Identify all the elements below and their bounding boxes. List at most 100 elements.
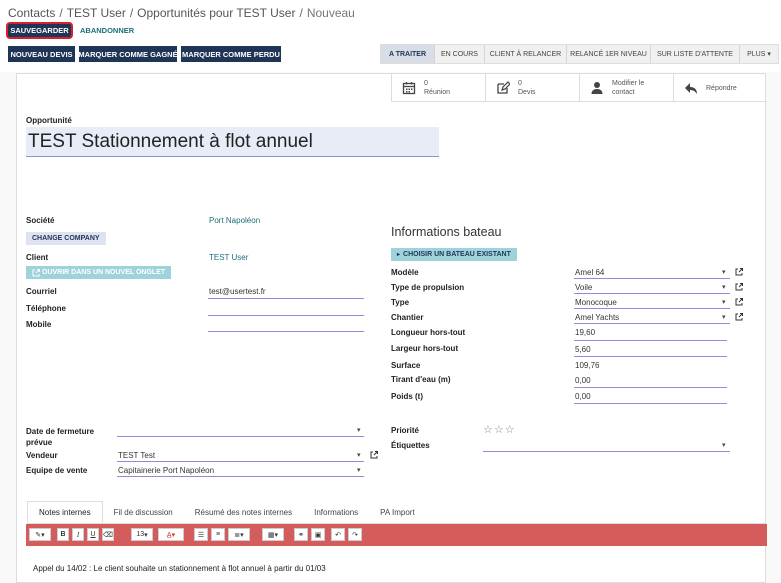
boat-section-title: Informations bateau bbox=[391, 225, 502, 239]
equipe-value[interactable]: Capitainerie Port Napoléon bbox=[118, 466, 214, 475]
opportunity-name-value: TEST Stationnement à flot annuel bbox=[28, 131, 313, 152]
meetings-button[interactable]: 0 Réunion bbox=[391, 74, 485, 102]
breadcrumb-contacts[interactable]: Contacts bbox=[8, 6, 55, 20]
longueur-input[interactable]: 19,60 bbox=[575, 328, 595, 337]
societe-label: Société bbox=[26, 216, 55, 225]
chantier-external-link-icon[interactable] bbox=[735, 313, 743, 321]
choose-boat-label: CHOISIR UN BATEAU EXISTANT bbox=[403, 251, 511, 258]
redo-icon[interactable]: ↷ bbox=[348, 528, 362, 541]
edit-contact-line1: Modifier le bbox=[612, 80, 645, 87]
modele-external-link-icon[interactable] bbox=[735, 268, 743, 276]
italic-button[interactable]: I bbox=[72, 528, 84, 541]
tab-fil-discussion[interactable]: Fil de discussion bbox=[103, 501, 184, 523]
stage-client-a-relancer[interactable]: CLIENT À RELANCER bbox=[485, 45, 567, 63]
stage-en-cours[interactable]: EN COURS bbox=[435, 45, 485, 63]
reply-button[interactable]: Répondre bbox=[673, 74, 767, 102]
tab-informations[interactable]: Informations bbox=[303, 501, 369, 523]
bullet-list-icon[interactable]: ☰ bbox=[194, 528, 208, 541]
meetings-count: 0 bbox=[424, 80, 428, 87]
type-dropdown-icon[interactable]: ▾ bbox=[722, 298, 726, 306]
type-value[interactable]: Monocoque bbox=[575, 298, 617, 307]
control-panel: Contacts / TEST User / Opportunités pour TES… bbox=[0, 0, 781, 72]
table-icon[interactable]: ▦▾ bbox=[262, 528, 284, 541]
societe-value[interactable]: Port Napoléon bbox=[209, 216, 260, 225]
choose-boat-button[interactable]: ▸ CHOISIR UN BATEAU EXISTANT bbox=[391, 248, 517, 261]
breadcrumb-current: Nouveau bbox=[306, 6, 355, 20]
link-icon[interactable]: ⚭ bbox=[294, 528, 308, 541]
equipe-label: Equipe de vente bbox=[26, 466, 88, 475]
stage-more-dropdown[interactable]: PLUS ▾ bbox=[740, 45, 778, 63]
edit-contact-line2: contact bbox=[612, 89, 635, 96]
stage-relance-1er-niveau[interactable]: RELANCÉ 1ER NIVEAU bbox=[567, 45, 651, 63]
opportunity-name-input[interactable]: TEST Stationnement à flot annuel bbox=[26, 127, 439, 157]
paragraph-align-icon[interactable]: ≣▾ bbox=[228, 528, 250, 541]
font-size-value: 13 bbox=[136, 531, 145, 538]
mark-won-button[interactable]: MARQUER COMME GAGNÉ bbox=[78, 46, 178, 62]
chantier-value[interactable]: Amel Yachts bbox=[575, 313, 619, 322]
vendeur-label: Vendeur bbox=[26, 451, 58, 460]
chantier-dropdown-icon[interactable]: ▾ bbox=[722, 313, 726, 321]
priority-stars[interactable]: ☆☆☆ bbox=[483, 423, 516, 436]
notebook-tabs: Notes internes Fil de discussion Résumé … bbox=[27, 501, 426, 523]
notes-editor-content[interactable]: Appel du 14/02 : Le client souhaite un s… bbox=[33, 564, 326, 573]
courriel-value[interactable]: test@usertest.fr bbox=[209, 287, 266, 296]
closing-date-label: Date de fermeture prévue bbox=[26, 427, 95, 447]
stage-a-traiter[interactable]: A TRAITER bbox=[381, 45, 435, 63]
equipe-dropdown-icon[interactable]: ▾ bbox=[357, 466, 361, 474]
etiquettes-dropdown-icon[interactable]: ▾ bbox=[722, 441, 726, 449]
reply-icon bbox=[685, 83, 697, 94]
type-external-link-icon[interactable] bbox=[735, 298, 743, 306]
external-link-icon bbox=[32, 268, 40, 276]
modele-value[interactable]: Amel 64 bbox=[575, 268, 604, 277]
tab-notes-internes[interactable]: Notes internes bbox=[27, 501, 103, 523]
font-color-button[interactable]: A̲▾ bbox=[158, 528, 184, 541]
propulsion-dropdown-icon[interactable]: ▾ bbox=[722, 283, 726, 291]
propulsion-external-link-icon[interactable] bbox=[735, 283, 743, 291]
edit-contact-button[interactable]: Modifier le contact bbox=[579, 74, 673, 102]
vendeur-value[interactable]: TEST Test bbox=[118, 451, 155, 460]
vendeur-dropdown-icon[interactable]: ▾ bbox=[357, 451, 361, 459]
tab-resume-notes[interactable]: Résumé des notes internes bbox=[184, 501, 303, 523]
discard-button[interactable]: ABANDONNER bbox=[80, 26, 134, 35]
star-icon[interactable]: ☆ bbox=[494, 424, 505, 436]
closing-date-dropdown-icon[interactable]: ▾ bbox=[357, 426, 361, 434]
font-size-select[interactable]: 13 ▾ bbox=[131, 528, 153, 541]
meetings-label: Réunion bbox=[424, 89, 451, 96]
propulsion-label: Type de propulsion bbox=[391, 283, 465, 292]
numbered-list-icon[interactable]: ≡ bbox=[211, 528, 225, 541]
underline-button[interactable]: U bbox=[87, 528, 99, 541]
tab-pa-import[interactable]: PA Import bbox=[369, 501, 426, 523]
poids-input[interactable]: 0,00 bbox=[575, 392, 591, 401]
modele-dropdown-icon[interactable]: ▾ bbox=[722, 268, 726, 276]
breadcrumb-user[interactable]: TEST User bbox=[67, 6, 126, 20]
save-button[interactable]: SAUVEGARDER bbox=[6, 22, 73, 39]
tirant-input[interactable]: 0,00 bbox=[575, 376, 591, 385]
stage-liste-attente[interactable]: SUR LISTE D'ATTENTE bbox=[651, 45, 740, 63]
poids-label: Poids (t) bbox=[391, 392, 423, 401]
open-new-tab-button[interactable]: OUVRIR DANS UN NOUVEL ONGLET bbox=[26, 266, 172, 279]
bold-button[interactable]: B bbox=[57, 528, 69, 541]
tirant-label: Tirant d'eau (m) bbox=[391, 375, 451, 384]
vendeur-external-link-icon[interactable] bbox=[370, 451, 378, 459]
quotes-label: Devis bbox=[518, 89, 536, 96]
change-company-button[interactable]: CHANGE COMPANY bbox=[26, 232, 106, 245]
client-value[interactable]: TEST User bbox=[209, 253, 248, 262]
star-icon[interactable]: ☆ bbox=[505, 424, 516, 436]
breadcrumb-opportunities[interactable]: Opportunités pour TEST User bbox=[137, 6, 295, 20]
image-icon[interactable]: ▣ bbox=[311, 528, 325, 541]
largeur-label: Largeur hors-tout bbox=[391, 344, 459, 353]
form-sheet: 0 Réunion 0 Devis Modifier le contact Répon… bbox=[16, 73, 767, 583]
priorite-label: Priorité bbox=[391, 426, 420, 435]
propulsion-value[interactable]: Voile bbox=[575, 283, 592, 292]
magic-wand-icon[interactable]: ✎▾ bbox=[29, 528, 51, 541]
eraser-icon[interactable]: ⌫ bbox=[102, 528, 114, 541]
editor-toolbar: ✎▾ B I U ⌫ 13 ▾ A̲▾ ☰ ≡ ≣▾ ▦▾ ⚭ ▣ ↶ ↷ bbox=[26, 524, 767, 546]
new-quote-button[interactable]: NOUVEAU DEVIS bbox=[8, 46, 75, 62]
largeur-input[interactable]: 5,60 bbox=[575, 345, 591, 354]
type-label: Type bbox=[391, 298, 410, 307]
mark-lost-button[interactable]: MARQUER COMME PERDU bbox=[181, 46, 281, 62]
star-icon[interactable]: ☆ bbox=[483, 424, 494, 436]
quotes-button[interactable]: 0 Devis bbox=[485, 74, 579, 102]
undo-icon[interactable]: ↶ bbox=[331, 528, 345, 541]
quotes-count: 0 bbox=[518, 80, 522, 87]
